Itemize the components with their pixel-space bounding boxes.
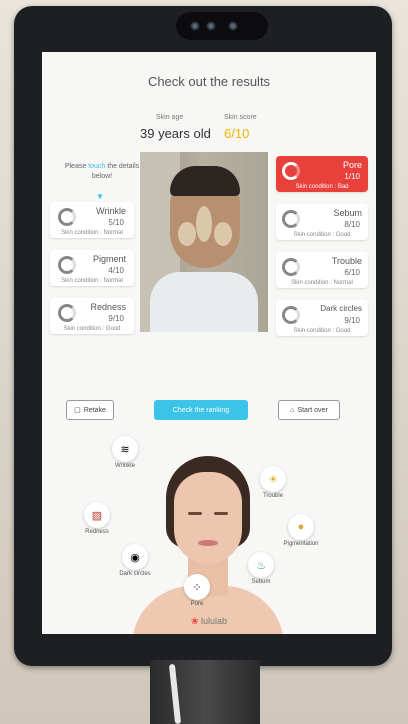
card-name: Dark circles — [320, 304, 362, 313]
prompt-highlight: touch — [88, 163, 106, 170]
wrinkle-icon: ≋ — [112, 436, 138, 462]
skin-score-value: 6/10 — [224, 126, 250, 141]
card-trouble[interactable]: Trouble 6/10 Skin condition : Normal — [276, 252, 368, 288]
card-score: 9/10 — [108, 314, 124, 323]
camera-bar — [176, 12, 268, 40]
skin-age-label: Skin age — [156, 114, 184, 121]
camera-lens-icon — [206, 21, 216, 31]
results-screen: Check out the results Skin age Skin scor… — [42, 52, 376, 634]
card-name: Pore — [342, 160, 362, 170]
camera-icon: ▢ — [74, 407, 81, 414]
feature-label: Dark circles — [119, 571, 151, 577]
photo-shirt — [150, 272, 258, 332]
score-ring-icon — [282, 210, 300, 228]
feature-redness[interactable]: ▨ Redness — [72, 502, 122, 535]
card-name: Trouble — [331, 256, 362, 266]
start-over-label: Start over — [297, 406, 328, 414]
card-condition: Skin condition : Good — [293, 328, 351, 334]
sun-icon: ☀ — [260, 466, 286, 492]
feature-label: Wrinkle — [115, 463, 135, 469]
redness-icon: ▨ — [84, 502, 110, 528]
start-over-button[interactable]: ⌂ Start over — [278, 400, 340, 420]
pore-icon: ⁘ — [184, 574, 210, 600]
card-pore[interactable]: Pore 1/10 Skin condition : Bad — [276, 156, 368, 192]
card-name: Wrinkle — [96, 206, 126, 216]
model-lips — [198, 540, 218, 546]
retake-label: Retake — [83, 406, 106, 414]
model-eye — [214, 512, 228, 515]
analysis-zone — [214, 222, 232, 246]
brand-logo: ❀ lululab — [42, 616, 376, 627]
photo-hair — [170, 166, 240, 196]
feature-label: Sebum — [251, 579, 271, 585]
card-sebum[interactable]: Sebum 8/10 Skin condition : Good — [276, 204, 368, 240]
feature-label: Trouble — [262, 493, 284, 499]
model-face — [174, 472, 242, 564]
card-dark-circles[interactable]: Dark circles 9/10 Skin condition : Good — [276, 300, 368, 336]
card-score: 9/10 — [344, 316, 360, 325]
skin-age-value: 39 years old — [140, 126, 211, 141]
camera-lens-icon — [190, 21, 200, 31]
score-ring-icon — [282, 258, 300, 276]
card-condition: Skin condition : Normal — [61, 278, 123, 284]
score-ring-icon — [58, 256, 76, 274]
touch-prompt: Please touch the details below! — [54, 162, 150, 182]
card-condition: Skin condition : Good — [63, 326, 121, 332]
score-ring-icon — [282, 162, 300, 180]
card-name: Pigment — [92, 254, 126, 264]
brand-name: lululab — [201, 616, 228, 626]
lululab-logo-icon: ❀ — [190, 616, 199, 626]
analysis-zone — [178, 222, 196, 246]
kiosk-stand — [150, 660, 260, 724]
captured-face-photo — [140, 152, 268, 332]
card-redness[interactable]: Redness 9/10 Skin condition : Good — [50, 298, 134, 334]
feature-label: Pore — [190, 601, 204, 607]
camera-lens-icon — [228, 21, 238, 31]
card-pigment[interactable]: Pigment 4/10 Skin condition : Normal — [50, 250, 134, 286]
card-name: Sebum — [333, 208, 362, 218]
score-ring-icon — [58, 208, 76, 226]
card-condition: Skin condition : Good — [293, 232, 351, 238]
feature-wrinkle[interactable]: ≋ Wrinkle — [100, 436, 150, 469]
arrow-down-icon: ▼ — [96, 192, 104, 201]
card-condition: Skin condition : Normal — [61, 230, 123, 236]
feature-pore[interactable]: ⁘ Pore — [172, 574, 222, 607]
card-condition: Skin condition : Normal — [291, 280, 353, 286]
sebum-icon: ♨ — [248, 552, 274, 578]
card-score: 5/10 — [108, 218, 124, 227]
eye-icon: ◉ — [122, 544, 148, 570]
card-score: 6/10 — [344, 268, 360, 277]
feature-sebum[interactable]: ♨ Sebum — [236, 552, 286, 585]
skin-score-label: Skin score — [224, 114, 257, 121]
card-wrinkle[interactable]: Wrinkle 5/10 Skin condition : Normal — [50, 202, 134, 238]
model-eye — [188, 512, 202, 515]
retake-button[interactable]: ▢ Retake — [66, 400, 114, 420]
card-condition: Skin condition : Bad — [295, 184, 349, 190]
ranking-label: Check the ranking — [172, 406, 230, 414]
pigmentation-icon: ● — [288, 514, 314, 540]
check-ranking-button[interactable]: Check the ranking — [154, 400, 248, 420]
card-score: 1/10 — [344, 172, 360, 181]
card-score: 8/10 — [344, 220, 360, 229]
page-title: Check out the results — [147, 74, 271, 89]
card-score: 4/10 — [108, 266, 124, 275]
feature-pigmentation[interactable]: ● Pigmentation — [276, 514, 326, 547]
feature-dark-circles[interactable]: ◉ Dark circles — [110, 544, 160, 577]
score-ring-icon — [282, 306, 300, 324]
home-icon: ⌂ — [290, 406, 295, 414]
score-ring-icon — [58, 304, 76, 322]
card-name: Redness — [90, 302, 126, 312]
analysis-zone — [196, 206, 212, 242]
feature-label: Redness — [85, 529, 109, 535]
feature-label: Pigmentation — [283, 541, 319, 547]
prompt-text: Please — [64, 163, 89, 170]
feature-trouble[interactable]: ☀ Trouble — [248, 466, 298, 499]
